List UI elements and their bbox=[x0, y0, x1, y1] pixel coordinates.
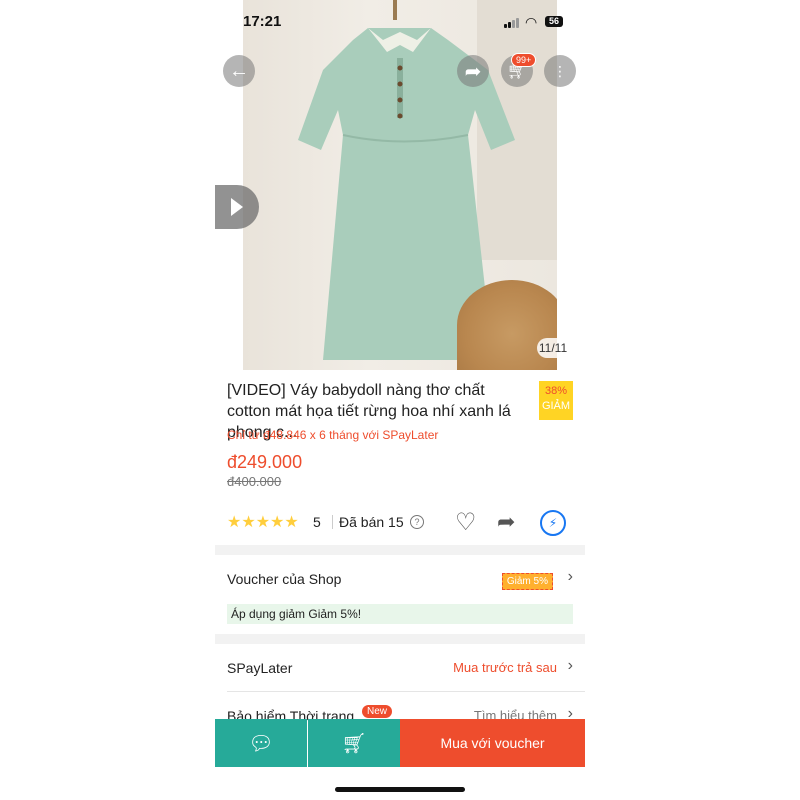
buy-with-voucher-button[interactable]: Mua với voucher bbox=[400, 719, 585, 767]
home-indicator bbox=[335, 787, 465, 792]
messenger-icon[interactable]: ⚡ bbox=[540, 510, 566, 536]
rating-stars[interactable]: ★★★★★ bbox=[227, 512, 299, 532]
add-to-cart-icon: 🛒︎ bbox=[341, 732, 367, 755]
image-counter: 11/11 bbox=[537, 338, 569, 358]
voucher-apply-banner: Áp dụng giảm Giảm 5%! bbox=[227, 604, 573, 624]
product-image-carousel[interactable]: 17:21 ◠ 56 ← ➦ 🛒︎ 99+ ⋮ 11/11 bbox=[215, 0, 585, 370]
battery-icon: 56 bbox=[545, 16, 563, 27]
status-time: 17:21 bbox=[243, 13, 282, 30]
back-button[interactable]: ← bbox=[223, 55, 255, 87]
shop-voucher-row[interactable]: Voucher của Shop Giảm 5% › bbox=[227, 557, 573, 601]
bottom-action-bar: 💬︎ 🛒︎ Mua với voucher bbox=[215, 719, 585, 767]
chevron-right-icon: › bbox=[567, 568, 573, 585]
heart-icon[interactable]: ♡ bbox=[455, 508, 477, 537]
discount-badge: 38% GIẢM bbox=[539, 381, 573, 420]
signal-icon bbox=[504, 17, 522, 28]
back-icon: ← bbox=[229, 59, 249, 82]
rating-value: 5 bbox=[313, 514, 321, 530]
shop-voucher-label: Voucher của Shop bbox=[227, 571, 342, 587]
share-button[interactable]: ➦ bbox=[457, 55, 489, 87]
spaylater-row[interactable]: SPayLater Mua trước trả sau › bbox=[227, 646, 573, 690]
spaylater-action: Mua trước trả sau bbox=[453, 660, 557, 675]
share-icon[interactable]: ➦ bbox=[497, 509, 515, 535]
spaylater-label: SPayLater bbox=[227, 660, 293, 676]
add-to-cart-button[interactable]: 🛒︎ bbox=[308, 719, 400, 767]
spaylater-installment-note[interactable]: Chỉ từ đ48.846 x 6 tháng với SPayLater bbox=[227, 428, 438, 442]
rating-row: ★★★★★ 5 Đã bán 15 ? ♡ ➦ ⚡ bbox=[227, 508, 577, 537]
more-button[interactable]: ⋮ bbox=[544, 55, 576, 87]
original-price: đ400.000 bbox=[227, 474, 282, 489]
more-icon: ⋮ bbox=[553, 63, 567, 79]
chat-icon: 💬︎ bbox=[248, 732, 274, 755]
cart-count-badge: 99+ bbox=[511, 53, 537, 67]
product-screen: 17:21 ◠ 56 ← ➦ 🛒︎ 99+ ⋮ 11/11 [VIDEO] Vá… bbox=[215, 0, 585, 800]
new-badge: New bbox=[362, 705, 393, 718]
sold-count: Đã bán 15 bbox=[339, 514, 404, 530]
wifi-icon: ◠ bbox=[525, 14, 538, 30]
help-icon[interactable]: ? bbox=[410, 515, 424, 529]
voucher-tag: Giảm 5% bbox=[501, 573, 553, 590]
chat-button[interactable]: 💬︎ bbox=[215, 719, 307, 767]
play-video-button[interactable] bbox=[215, 185, 259, 229]
share-icon: ➦ bbox=[464, 60, 482, 83]
status-bar: 17:21 ◠ 56 bbox=[215, 0, 585, 44]
chevron-right-icon: › bbox=[567, 657, 573, 674]
product-price: đ249.000 bbox=[227, 452, 303, 472]
